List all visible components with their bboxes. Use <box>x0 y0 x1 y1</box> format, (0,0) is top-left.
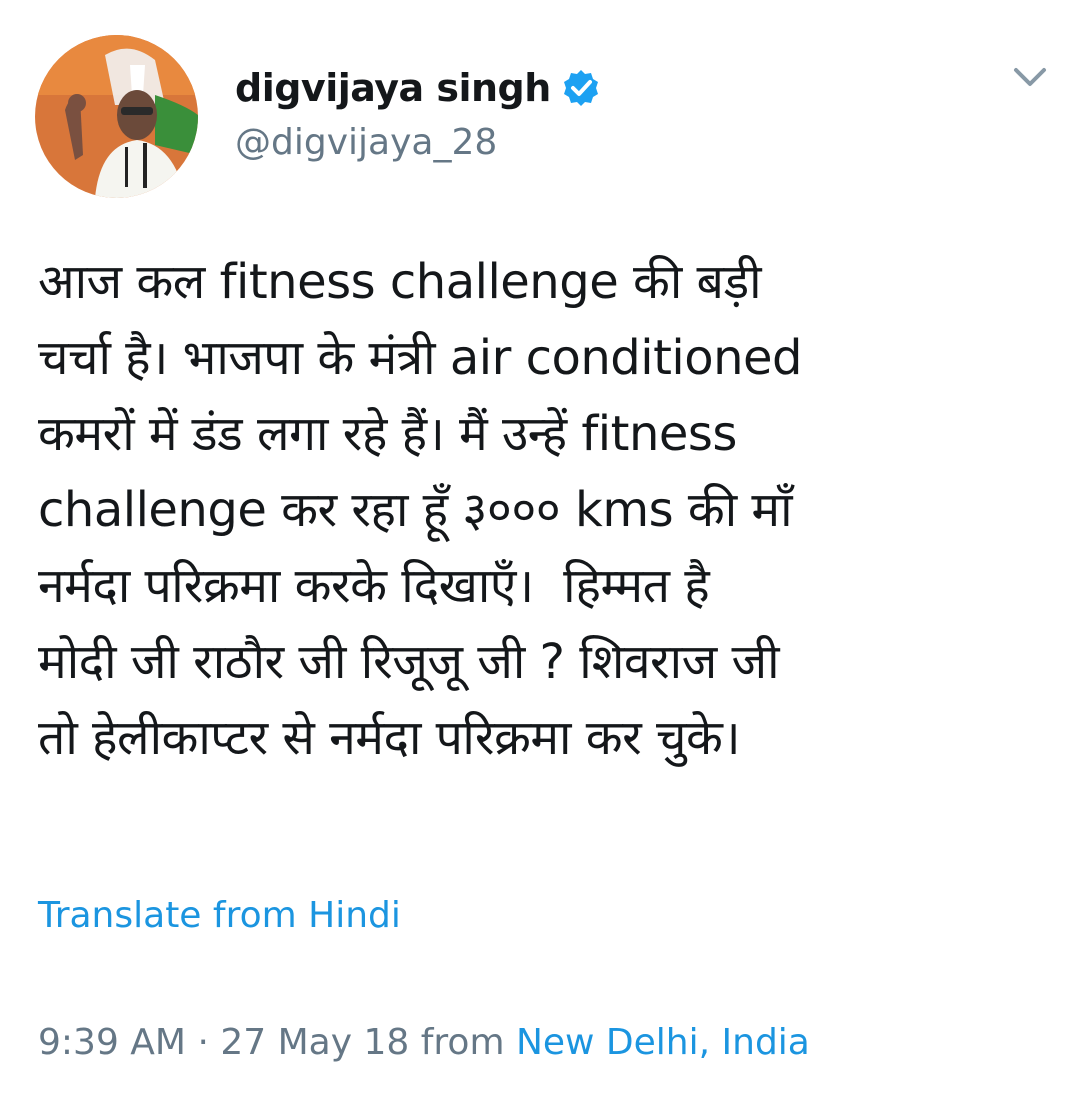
meta-separator: · <box>197 1022 209 1063</box>
verified-badge-icon <box>561 68 601 108</box>
avatar[interactable] <box>35 35 198 198</box>
user-handle[interactable]: @digvijaya_28 <box>235 122 497 163</box>
translate-link[interactable]: Translate from Hindi <box>38 895 401 936</box>
chevron-down-icon[interactable] <box>1010 62 1050 92</box>
tweet-date[interactable]: 27 May 18 <box>220 1022 409 1063</box>
tweet-text: आज कल fitness challenge की बड़ी चर्चा है… <box>38 254 803 766</box>
profile-photo <box>35 35 198 198</box>
tweet-time[interactable]: 9:39 AM <box>38 1022 186 1063</box>
user-name-row[interactable]: digvijaya singh <box>235 60 601 116</box>
display-name[interactable]: digvijaya singh <box>235 66 551 110</box>
tweet-location-link[interactable]: New Delhi, India <box>516 1022 810 1063</box>
tweet-meta: 9:39 AM · 27 May 18 from New Delhi, Indi… <box>38 1022 810 1063</box>
from-label: from <box>420 1022 505 1063</box>
